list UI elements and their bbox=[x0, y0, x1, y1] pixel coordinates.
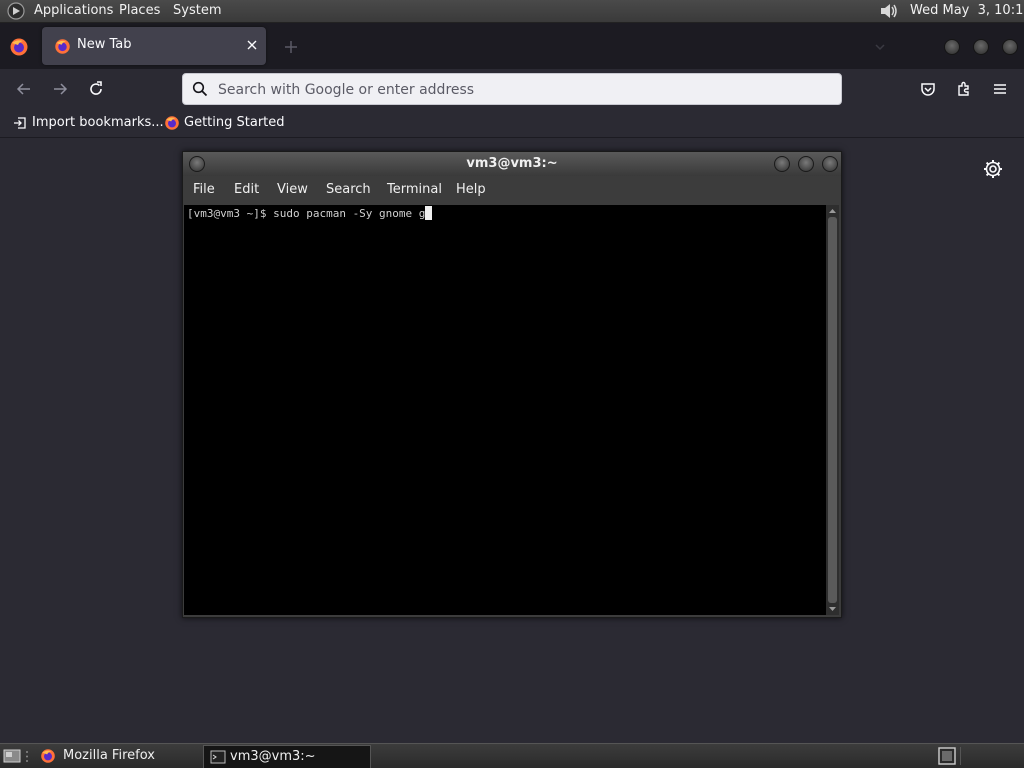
pocket-icon[interactable] bbox=[918, 79, 938, 99]
scroll-down-arrow-icon[interactable] bbox=[828, 605, 837, 613]
terminal-menubar: File Edit View Search Terminal Help bbox=[183, 176, 841, 204]
workspace-switcher-icon[interactable] bbox=[938, 747, 956, 765]
address-bar[interactable] bbox=[182, 73, 842, 105]
list-all-tabs-icon[interactable] bbox=[870, 37, 890, 57]
gear-icon[interactable] bbox=[982, 158, 1004, 180]
import-icon bbox=[14, 117, 26, 129]
tab-strip: New Tab bbox=[0, 23, 1024, 69]
terminal-icon bbox=[210, 750, 226, 764]
close-button[interactable] bbox=[822, 156, 838, 172]
top-panel: Applications Places System Wed May 3, 10… bbox=[0, 0, 1024, 23]
show-desktop-icon[interactable] bbox=[3, 748, 21, 764]
terminal-screen[interactable]: [vm3@vm3 ~]$ sudo pacman -Sy gnome g bbox=[184, 205, 826, 615]
bookmark-label: Getting Started bbox=[184, 115, 285, 130]
hamburger-menu-icon[interactable] bbox=[990, 79, 1010, 99]
distro-logo-icon[interactable] bbox=[7, 2, 25, 20]
tab-title: New Tab bbox=[77, 37, 132, 52]
bookmark-label: Import bookmarks... bbox=[32, 115, 164, 130]
search-icon bbox=[192, 81, 208, 97]
scroll-up-arrow-icon[interactable] bbox=[828, 207, 837, 215]
places-menu[interactable]: Places bbox=[119, 3, 160, 19]
bottom-panel: Mozilla Firefox vm3@vm3:~ bbox=[0, 743, 1024, 768]
minimize-button[interactable] bbox=[774, 156, 790, 172]
taskbar-terminal[interactable]: vm3@vm3:~ bbox=[203, 745, 371, 768]
forward-arrow-icon[interactable] bbox=[50, 79, 70, 99]
firefox-icon bbox=[165, 116, 179, 130]
close-tab-icon[interactable] bbox=[244, 37, 260, 53]
address-input[interactable] bbox=[216, 78, 820, 102]
taskbar-label: vm3@vm3:~ bbox=[230, 749, 316, 764]
menu-search[interactable]: Search bbox=[326, 182, 371, 197]
system-menu[interactable]: System bbox=[173, 3, 221, 19]
menu-terminal[interactable]: Terminal bbox=[387, 182, 442, 197]
clock[interactable]: Wed May 3, 10:17 bbox=[910, 3, 1024, 19]
new-tab-plus-icon[interactable] bbox=[281, 37, 301, 57]
maximize-button[interactable] bbox=[798, 156, 814, 172]
menu-help[interactable]: Help bbox=[456, 182, 486, 197]
volume-icon[interactable] bbox=[878, 1, 900, 21]
navigation-bar bbox=[0, 69, 1024, 109]
panel-drag-handle[interactable] bbox=[25, 749, 29, 764]
extensions-puzzle-icon[interactable] bbox=[954, 79, 974, 99]
terminal-titlebar[interactable]: vm3@vm3:~ bbox=[183, 152, 841, 176]
menu-view[interactable]: View bbox=[277, 182, 308, 197]
terminal-title: vm3@vm3:~ bbox=[466, 156, 558, 171]
firefox-view-icon[interactable] bbox=[9, 37, 29, 57]
bookmark-getting-started[interactable]: Getting Started bbox=[164, 112, 285, 134]
close-window-button[interactable] bbox=[1002, 39, 1018, 55]
scrollbar-thumb[interactable] bbox=[828, 217, 837, 603]
command-line: [vm3@vm3 ~]$ sudo pacman -Sy gnome g bbox=[187, 206, 433, 220]
tab-new-tab[interactable]: New Tab bbox=[42, 27, 266, 65]
menu-file[interactable]: File bbox=[193, 182, 215, 197]
workspace-2[interactable] bbox=[960, 747, 1021, 765]
prompt-text: [vm3@vm3 ~]$ sudo pacman -Sy gnome g bbox=[187, 207, 426, 220]
back-arrow-icon[interactable] bbox=[14, 79, 34, 99]
terminal-scrollbar[interactable] bbox=[826, 205, 839, 615]
bookmark-import[interactable]: Import bookmarks... bbox=[12, 112, 164, 134]
firefox-icon bbox=[41, 749, 55, 763]
maximize-window-button[interactable] bbox=[973, 39, 989, 55]
applications-menu[interactable]: Applications bbox=[34, 3, 113, 19]
terminal-window[interactable]: vm3@vm3:~ File Edit View Search Terminal… bbox=[182, 151, 842, 618]
menu-edit[interactable]: Edit bbox=[234, 182, 259, 197]
text-cursor bbox=[425, 206, 433, 220]
firefox-icon bbox=[55, 39, 70, 54]
reload-icon[interactable] bbox=[86, 79, 106, 99]
bookmarks-toolbar: Import bookmarks... Getting Started bbox=[0, 109, 1024, 138]
taskbar-label: Mozilla Firefox bbox=[63, 748, 155, 763]
minimize-window-button[interactable] bbox=[944, 39, 960, 55]
taskbar-firefox[interactable]: Mozilla Firefox bbox=[34, 745, 196, 767]
